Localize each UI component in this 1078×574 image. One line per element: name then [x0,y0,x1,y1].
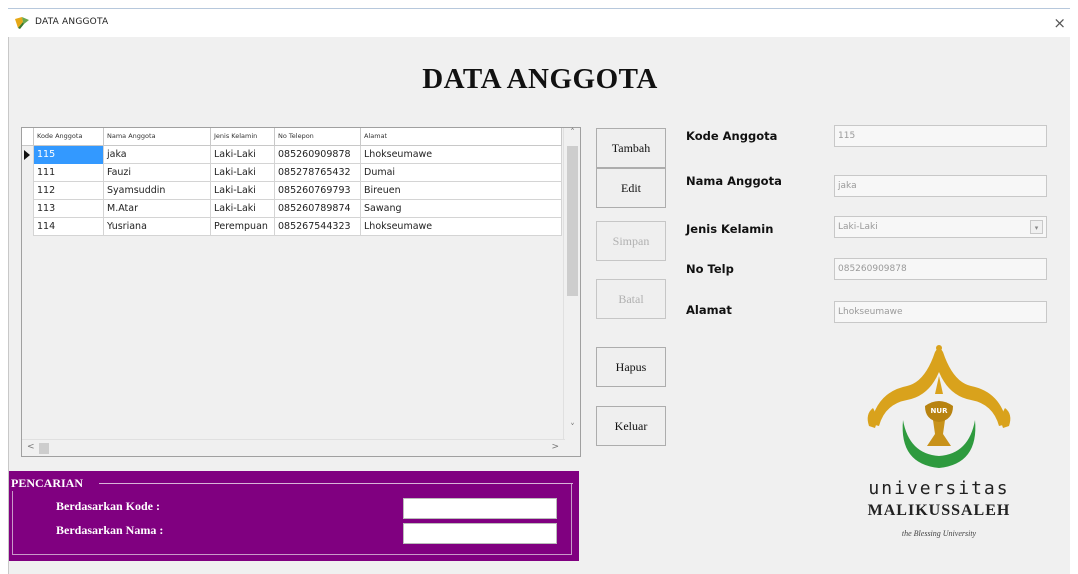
jenis-kelamin-selected-value: Laki-Laki [838,222,878,232]
column-header-kode[interactable]: Kode Anggota [34,128,104,146]
table-row[interactable]: 115 jaka Laki-Laki 085260909878 Lhokseum… [22,146,562,164]
column-header-alamat[interactable]: Alamat [361,128,562,146]
page-title: DATA ANGGOTA [422,63,658,95]
scroll-up-icon[interactable]: ˄ [564,128,581,145]
grid-header-row: Kode Anggota Nama Anggota Jenis Kelamin … [22,128,562,146]
horizontal-scrollbar[interactable]: < > [22,439,565,456]
row-selector[interactable] [22,146,34,164]
row-selector[interactable] [22,164,34,182]
table-cell[interactable]: Dumai [361,164,562,182]
table-row[interactable]: 112 Syamsuddin Laki-Laki 085260769793 Bi… [22,182,562,200]
table-cell[interactable]: 085260909878 [275,146,361,164]
nama-anggota-label: Nama Anggota [686,174,782,188]
vertical-scroll-thumb[interactable] [567,146,578,296]
scroll-down-icon[interactable]: ˅ [564,423,581,440]
table-cell[interactable]: 115 [34,146,104,164]
table-cell[interactable]: Lhokseumawe [361,146,562,164]
alamat-field[interactable]: Lhokseumawe [834,301,1047,323]
close-icon[interactable]: × [1053,14,1066,32]
search-kode-input[interactable] [403,498,557,519]
row-selector[interactable] [22,200,34,218]
window-top-border [0,0,1078,9]
row-header-corner [22,128,34,146]
table-cell[interactable]: Laki-Laki [211,146,275,164]
nama-anggota-field[interactable]: jaka [834,175,1047,197]
table-cell[interactable]: Syamsuddin [104,182,211,200]
emblem-text: NUR [931,407,949,415]
edit-button[interactable]: Edit [596,168,666,208]
scroll-left-icon[interactable]: < [27,442,35,452]
table-cell[interactable]: 085267544323 [275,218,361,236]
tambah-button[interactable]: Tambah [596,128,666,168]
scroll-right-icon[interactable]: > [551,442,559,452]
row-selector[interactable] [22,182,34,200]
search-legend: PENCARIAN [9,476,85,491]
table-cell[interactable]: Fauzi [104,164,211,182]
members-data-grid[interactable]: Kode Anggota Nama Anggota Jenis Kelamin … [21,127,581,457]
table-cell[interactable]: Bireuen [361,182,562,200]
table-row[interactable]: 111 Fauzi Laki-Laki 085278765432 Dumai [22,164,562,182]
jenis-kelamin-label: Jenis Kelamin [686,222,774,236]
keluar-button[interactable]: Keluar [596,406,666,446]
column-header-jenis-kelamin[interactable]: Jenis Kelamin [211,128,275,146]
table-cell[interactable]: Laki-Laki [211,200,275,218]
column-header-nama[interactable]: Nama Anggota [104,128,211,146]
frame-line-right [99,483,573,484]
table-cell[interactable]: 112 [34,182,104,200]
form-client-area: DATA ANGGOTA Kode Anggota Nama Anggota J… [8,37,1070,574]
table-cell[interactable]: Yusriana [104,218,211,236]
search-frame [12,483,572,555]
table-cell[interactable]: 114 [34,218,104,236]
search-kode-label: Berdasarkan Kode : [56,499,161,513]
table-cell[interactable]: jaka [104,146,211,164]
table-cell[interactable]: 111 [34,164,104,182]
table-cell[interactable]: Lhokseumawe [361,218,562,236]
logo-text-malikussaleh: MALIKUSSALEH [867,502,1011,519]
table-cell[interactable]: 113 [34,200,104,218]
no-telp-field[interactable]: 085260909878 [834,258,1047,280]
column-header-no-telepon[interactable]: No Telepon [275,128,361,146]
table-cell[interactable]: Sawang [361,200,562,218]
row-selector[interactable] [22,218,34,236]
title-bar[interactable]: DATA ANGGOTA × [8,9,1070,37]
hapus-button[interactable]: Hapus [596,347,666,387]
vertical-scrollbar[interactable]: ˄ ˅ [563,128,580,440]
logo-text-universitas: universitas [868,478,1010,499]
table-cell[interactable]: M.Atar [104,200,211,218]
kode-anggota-field[interactable]: 115 [834,125,1047,147]
search-group-box: PENCARIAN Berdasarkan Kode : Berdasarkan… [9,471,579,561]
table-cell[interactable]: Perempuan [211,218,275,236]
alamat-label: Alamat [686,303,732,317]
chevron-down-icon[interactable]: ▾ [1030,220,1043,234]
table-cell[interactable]: Laki-Laki [211,182,275,200]
kode-anggota-label: Kode Anggota [686,129,778,143]
table-row[interactable]: 114 Yusriana Perempuan 085267544323 Lhok… [22,218,562,236]
batal-button[interactable]: Batal [596,279,666,319]
window-title: DATA ANGGOTA [35,17,109,27]
logo-tagline: the Blessing University [901,529,977,538]
table-cell[interactable]: 085260789874 [275,200,361,218]
table-row[interactable]: 113 M.Atar Laki-Laki 085260789874 Sawang [22,200,562,218]
grid-body: 115 jaka Laki-Laki 085260909878 Lhokseum… [22,146,562,236]
search-nama-input[interactable] [403,523,557,544]
search-nama-label: Berdasarkan Nama : [56,523,164,537]
app-icon [15,17,29,29]
table-cell[interactable]: Laki-Laki [211,164,275,182]
malikussaleh-emblem-icon: NUR [867,345,1011,468]
horizontal-scroll-thumb[interactable] [39,443,49,454]
university-logo: NUR universitas MALIKUSSALEH the Blessin… [829,342,1049,567]
no-telp-label: No Telp [686,262,734,276]
simpan-button[interactable]: Simpan [596,221,666,261]
current-row-pointer-icon [24,150,30,160]
jenis-kelamin-select[interactable]: Laki-Laki ▾ [834,216,1047,238]
table-cell[interactable]: 085260769793 [275,182,361,200]
table-cell[interactable]: 085278765432 [275,164,361,182]
